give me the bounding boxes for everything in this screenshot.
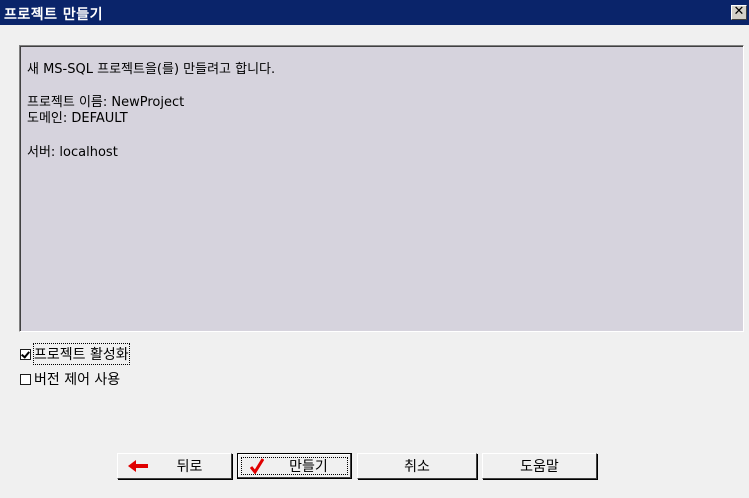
title-bar[interactable]: 프로젝트 만들기 ✕ (0, 0, 749, 25)
summary-panel: 새 MS-SQL 프로젝트을(를) 만들려고 합니다. 프로젝트 이름: New… (19, 45, 744, 332)
activate-project-label[interactable]: 프로젝트 활성화 (33, 343, 130, 365)
summary-server: 서버: localhost (27, 145, 118, 160)
summary-intro: 새 MS-SQL 프로젝트을(를) 만들려고 합니다. (27, 62, 276, 77)
arrow-left-icon (128, 459, 150, 477)
activate-project-checkbox[interactable] (20, 348, 31, 360)
create-project-dialog: 프로젝트 만들기 ✕ 새 MS-SQL 프로젝트을(를) 만들려고 합니다. 프… (0, 0, 749, 498)
activate-project-option[interactable]: 프로젝트 활성화 (20, 343, 130, 365)
version-control-checkbox[interactable] (20, 373, 31, 385)
back-button[interactable]: 뒤로 (117, 453, 232, 479)
checkmark-icon (249, 458, 265, 478)
cancel-button[interactable]: 취소 (357, 453, 477, 479)
cancel-button-label: 취소 (404, 459, 430, 475)
help-button-label: 도움말 (520, 459, 559, 475)
close-button[interactable]: ✕ (731, 5, 747, 20)
help-button[interactable]: 도움말 (482, 453, 597, 479)
summary-domain: 도메인: DEFAULT (27, 111, 128, 126)
dialog-title: 프로젝트 만들기 (4, 7, 104, 23)
version-control-option[interactable]: 버전 제어 사용 (20, 369, 120, 389)
back-button-label: 뒤로 (176, 459, 203, 475)
version-control-label[interactable]: 버전 제어 사용 (34, 369, 120, 389)
close-icon: ✕ (733, 4, 745, 19)
create-button[interactable]: 만들기 (237, 453, 352, 479)
